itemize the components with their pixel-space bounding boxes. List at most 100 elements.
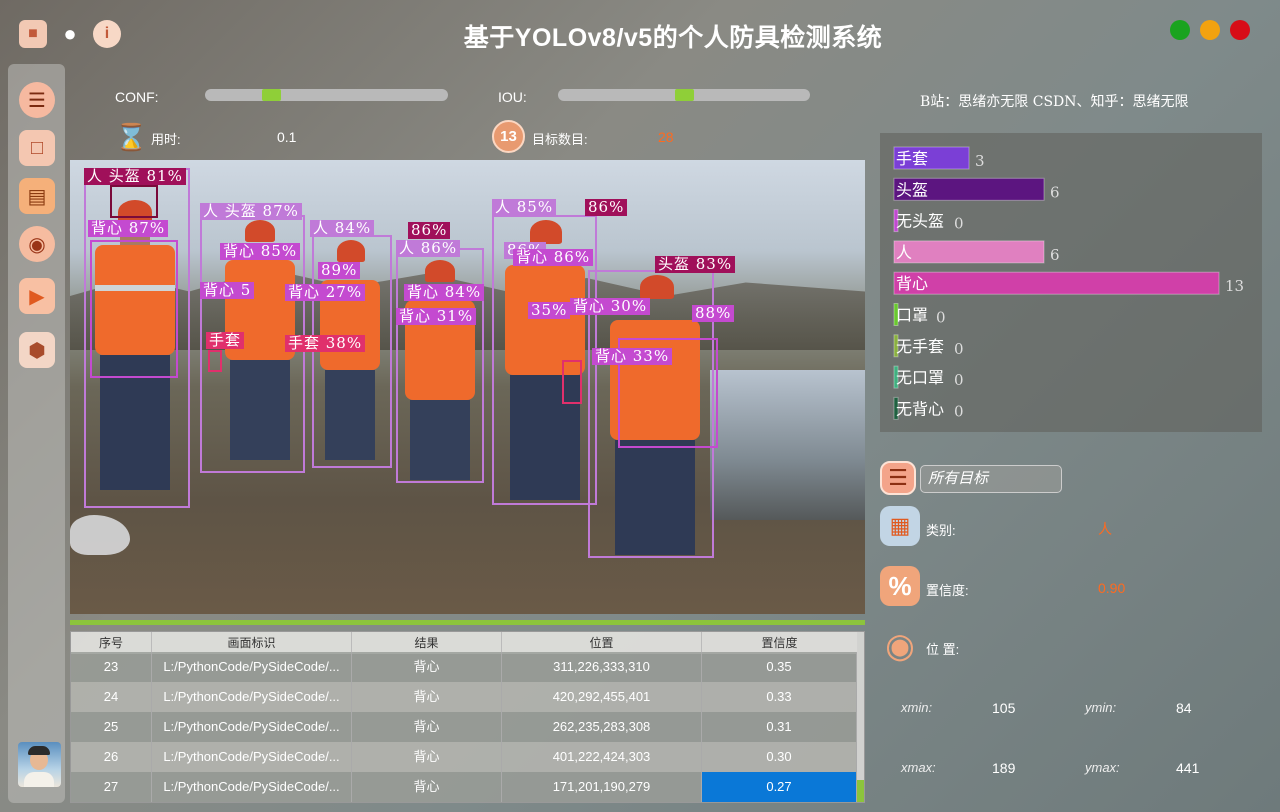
cell-source: L:/PythonCode/PySideCode/... xyxy=(152,712,352,742)
cell-index: 23 xyxy=(71,652,152,682)
location-pin-icon: ◉ xyxy=(885,627,915,665)
bar-value: 0 xyxy=(954,402,964,420)
close-button[interactable] xyxy=(1230,20,1250,40)
detection-label: 背心 27% xyxy=(285,284,366,301)
xmin-value: 105 xyxy=(992,700,1016,716)
detection-label: 人 86% xyxy=(396,240,461,257)
table-header-result[interactable]: 结果 xyxy=(352,632,502,654)
ymin-value: 84 xyxy=(1176,700,1192,716)
detection-label: 头盔 83% xyxy=(655,256,736,273)
list-menu-icon[interactable]: ☰ xyxy=(880,461,916,495)
detection-label: 背心 33% xyxy=(592,348,673,365)
play-icon[interactable]: ▶ xyxy=(19,278,55,314)
bbox-vest[interactable] xyxy=(90,240,178,378)
bar-value: 0 xyxy=(954,215,964,233)
cell-result: 背心 xyxy=(352,712,502,742)
bar-value: 3 xyxy=(975,152,985,170)
bar-背心 xyxy=(893,271,1220,295)
iou-slider[interactable] xyxy=(558,89,810,101)
table-row[interactable]: 25 L:/PythonCode/PySideCode/... 背心 262,2… xyxy=(71,712,857,742)
detection-label: 手套 38% xyxy=(285,335,366,352)
bar-value: 13 xyxy=(1225,277,1244,295)
menu-icon[interactable]: ☰ xyxy=(19,82,55,118)
results-table: 序号 画面标识 结果 位置 置信度 23 L:/PythonCode/PySid… xyxy=(70,631,865,803)
bar-label: 手套 xyxy=(896,149,928,168)
detection-preview: 人 头盔 81% 背心 87% 人 头盔 87% 人 84% 86% 背心 85… xyxy=(70,160,865,614)
confidence-value: 0.90 xyxy=(1098,580,1126,596)
table-row[interactable]: 24 L:/PythonCode/PySideCode/... 背心 420,2… xyxy=(71,682,857,712)
model-icon[interactable]: ⬢ xyxy=(19,332,55,368)
detection-label: 89% xyxy=(318,262,361,279)
conf-label: CONF: xyxy=(115,89,159,105)
position-label: 位 置: xyxy=(926,642,960,657)
cell-confidence: 0.33 xyxy=(702,682,857,712)
count-badge-icon: 13 xyxy=(492,120,525,153)
cell-result: 背心 xyxy=(352,742,502,772)
class-label: 类别: xyxy=(926,523,956,538)
avatar[interactable] xyxy=(18,742,61,787)
class-count-chart: 手套 3 头盔 6 无头盔 0 人 6 背心 13 口罩 0 无手套 0 无口罩 0 无背心 0 xyxy=(880,133,1262,432)
detection-label: 背心 31% xyxy=(396,308,477,325)
iou-label: IOU: xyxy=(498,89,527,105)
class-value: 人 xyxy=(1098,521,1112,537)
class-count-chart-svg: 手套 3 头盔 6 无头盔 0 人 6 背心 13 口罩 0 无手套 0 无口罩 0 无背心 0 xyxy=(893,146,1244,420)
bbox-glove[interactable] xyxy=(208,350,222,372)
cell-confidence: 0.30 xyxy=(702,742,857,772)
detection-label: 人 头盔 87% xyxy=(200,203,302,220)
detection-label: 背心 30% xyxy=(570,298,651,315)
table-header-position[interactable]: 位置 xyxy=(502,632,702,654)
detection-label: 手套 xyxy=(206,332,245,349)
camera-icon[interactable]: ◉ xyxy=(19,226,55,262)
bar-label: 头盔 xyxy=(896,180,928,199)
time-value: 0.1 xyxy=(277,129,297,145)
video-progress-bar[interactable] xyxy=(70,620,865,625)
target-filter-select[interactable]: 所有目标 xyxy=(920,465,1062,493)
count-label: 目标数目: xyxy=(532,132,588,147)
iou-slider-handle[interactable] xyxy=(675,89,694,101)
table-row-selected[interactable]: 27 L:/PythonCode/PySideCode/... 背心 171,2… xyxy=(71,772,857,802)
table-scrollbar[interactable] xyxy=(857,632,864,802)
cell-result: 背心 xyxy=(352,682,502,712)
table-row[interactable]: 26 L:/PythonCode/PySideCode/... 背心 401,2… xyxy=(71,742,857,772)
table-header-index[interactable]: 序号 xyxy=(71,632,152,654)
detection-label: 86% xyxy=(585,199,628,216)
bar-人 xyxy=(893,240,1045,264)
image-icon[interactable]: □ xyxy=(19,130,55,166)
scrollbar-thumb[interactable] xyxy=(857,780,864,802)
bar-value: 0 xyxy=(936,309,946,327)
table-header-confidence[interactable]: 置信度 xyxy=(702,632,858,654)
cell-position: 401,222,424,303 xyxy=(502,742,702,772)
count-value: 28 xyxy=(658,129,674,145)
detection-label: 背心 86% xyxy=(513,249,594,266)
ymax-label: ymax: xyxy=(1085,760,1120,775)
bbox-helmet[interactable] xyxy=(110,185,158,218)
time-label: 用时: xyxy=(151,132,181,147)
conf-slider-handle[interactable] xyxy=(262,89,281,101)
folder-icon[interactable]: ▤ xyxy=(19,178,55,214)
cell-position: 171,201,190,279 xyxy=(502,772,702,802)
bar-label: 背心 xyxy=(896,274,928,293)
detection-label: 88% xyxy=(692,305,735,322)
cell-index: 27 xyxy=(71,772,152,802)
minimize-button[interactable] xyxy=(1200,20,1220,40)
ymin-label: ymin: xyxy=(1085,700,1117,715)
bar-label: 人 xyxy=(896,243,912,262)
xmax-value: 189 xyxy=(992,760,1016,776)
cell-confidence: 0.35 xyxy=(702,652,857,682)
title-bar: ■ ● i 基于YOLOv8/v5的个人防具检测系统 xyxy=(0,0,1280,64)
bbox-glove[interactable] xyxy=(562,360,582,404)
credit-text: B站：思绪亦无限 CSDN、知乎：思绪无限 xyxy=(920,94,1189,110)
bar-label: 无手套 xyxy=(896,337,944,356)
detection-label: 人 85% xyxy=(492,199,557,216)
detection-label: 背心 85% xyxy=(220,243,301,260)
xmin-label: xmin: xyxy=(901,700,933,715)
table-row[interactable]: 23 L:/PythonCode/PySideCode/... 背心 311,2… xyxy=(71,652,857,682)
detection-label: 人 头盔 81% xyxy=(84,168,186,185)
cell-confidence: 0.27 xyxy=(702,772,857,802)
conf-slider[interactable] xyxy=(205,89,448,101)
cell-source: L:/PythonCode/PySideCode/... xyxy=(152,652,352,682)
green-window-button[interactable] xyxy=(1170,20,1190,40)
xmax-label: xmax: xyxy=(901,760,936,775)
ymax-value: 441 xyxy=(1176,760,1200,776)
table-header-source[interactable]: 画面标识 xyxy=(152,632,352,654)
